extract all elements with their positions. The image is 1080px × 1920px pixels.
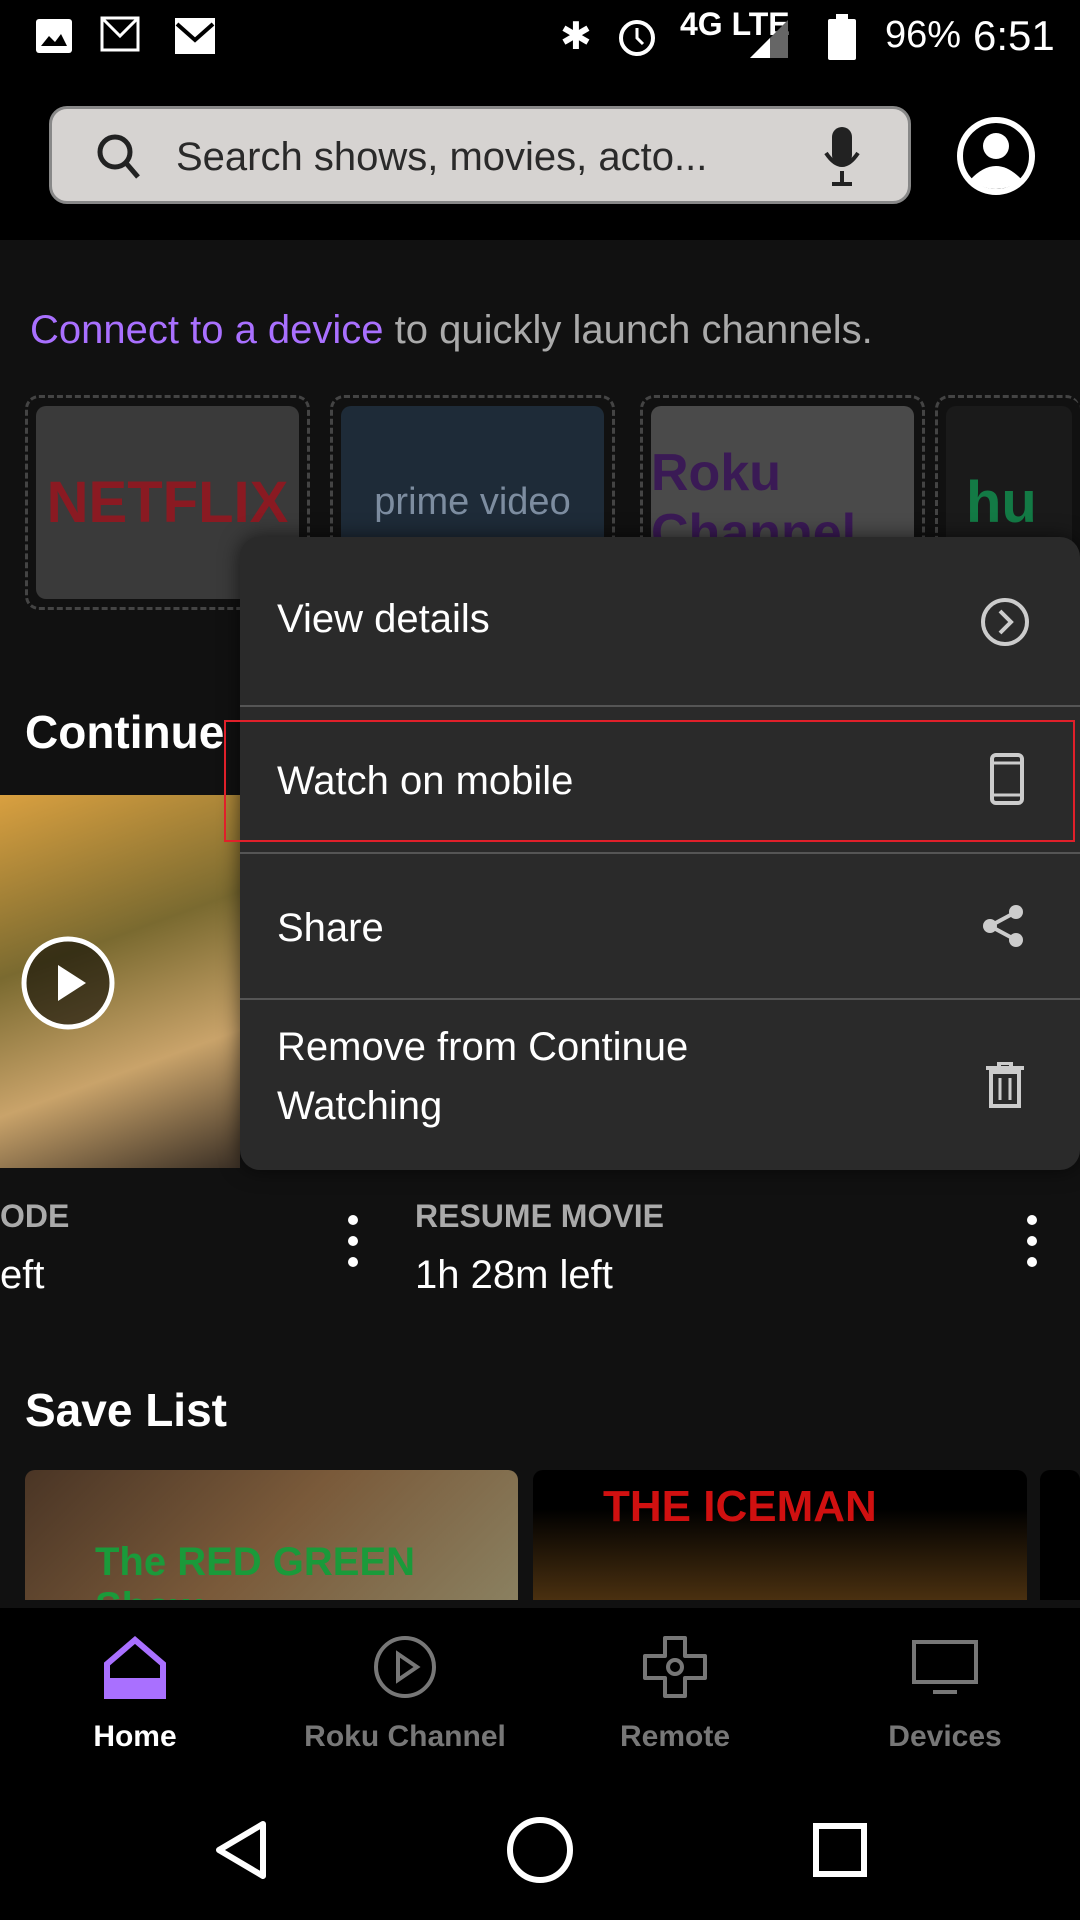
poster-title: THE ICEMAN xyxy=(603,1482,877,1531)
poster-next[interactable] xyxy=(1040,1470,1080,1600)
more-options-icon[interactable] xyxy=(1027,1215,1037,1278)
card-label: RESUME MOVIE xyxy=(415,1198,664,1234)
battery-icon xyxy=(828,14,856,60)
nav-label: Devices xyxy=(888,1720,1002,1753)
play-circle-icon xyxy=(374,1636,436,1698)
home-icon xyxy=(104,1636,166,1699)
signal-icon xyxy=(750,20,788,58)
save-list-heading: Save List xyxy=(25,1384,227,1436)
poster-title: The RED GREEN Show xyxy=(95,1540,416,1600)
status-bar: ✱ 4G LTE 96% 6:51 xyxy=(0,0,1080,72)
nav-remote[interactable]: Remote xyxy=(540,1608,810,1775)
card-time-left: 1h 28m left xyxy=(415,1253,613,1297)
nav-label: Remote xyxy=(619,1720,731,1753)
bluetooth-icon: ✱ xyxy=(560,16,592,58)
nav-devices[interactable]: Devices xyxy=(810,1608,1080,1775)
profile-icon[interactable] xyxy=(956,116,1036,196)
trash-icon xyxy=(986,1062,1024,1108)
menu-item-share[interactable]: Share xyxy=(240,854,1080,1000)
nav-label: Roku Channel xyxy=(304,1720,506,1753)
menu-item-label: Share xyxy=(277,906,384,950)
menu-item-label: Remove from Continue Watching xyxy=(277,1025,689,1128)
poster-red-green[interactable]: The RED GREEN Show xyxy=(25,1470,518,1600)
back-icon[interactable] xyxy=(213,1820,269,1880)
remote-dpad-icon xyxy=(643,1636,707,1698)
home-button-icon[interactable] xyxy=(505,1815,575,1885)
connect-device-link[interactable]: Connect to a device xyxy=(30,308,384,352)
search-input[interactable]: Search shows, movies, acto... xyxy=(49,106,911,204)
search-placeholder: Search shows, movies, acto... xyxy=(176,135,708,179)
connect-text: to quickly launch channels. xyxy=(383,308,873,352)
play-icon[interactable] xyxy=(20,935,116,1031)
menu-item-remove[interactable]: Remove from Continue Watching xyxy=(240,1000,1080,1170)
nav-roku-channel[interactable]: Roku Channel xyxy=(270,1608,540,1775)
menu-item-label: View details xyxy=(277,597,490,641)
header: Search shows, movies, acto... xyxy=(0,72,1080,240)
search-icon xyxy=(97,134,140,179)
more-options-icon[interactable] xyxy=(348,1215,358,1278)
poster-iceman[interactable]: THE ICEMAN xyxy=(533,1470,1027,1600)
connect-prompt: Connect to a device to quickly launch ch… xyxy=(30,308,873,353)
chevron-right-circle-icon xyxy=(981,598,1029,646)
alarm-icon xyxy=(619,20,655,56)
microphone-icon[interactable] xyxy=(822,127,862,187)
continue-watching-heading: Continue xyxy=(25,706,225,758)
email-notification-icon xyxy=(100,16,140,52)
battery-percent: 96% xyxy=(885,14,962,56)
card-time-left: eft xyxy=(0,1253,45,1297)
mail-notification-icon xyxy=(175,18,215,54)
nav-label: Home xyxy=(93,1720,177,1753)
highlight-outline xyxy=(224,720,1075,842)
context-menu: View details Watch on mobile Share Remov… xyxy=(240,537,1080,1170)
menu-item-view-details[interactable]: View details xyxy=(240,537,1080,707)
clock: 6:51 xyxy=(973,12,1055,59)
card-label: ODE xyxy=(0,1198,70,1234)
tv-icon xyxy=(912,1640,978,1694)
image-notification-icon xyxy=(36,19,72,53)
system-nav-bar xyxy=(0,1775,1080,1920)
recents-icon[interactable] xyxy=(813,1823,867,1877)
bottom-nav: Home Roku Channel Remote Devices xyxy=(0,1608,1080,1775)
share-icon xyxy=(983,905,1023,947)
nav-home[interactable]: Home xyxy=(0,1608,270,1775)
